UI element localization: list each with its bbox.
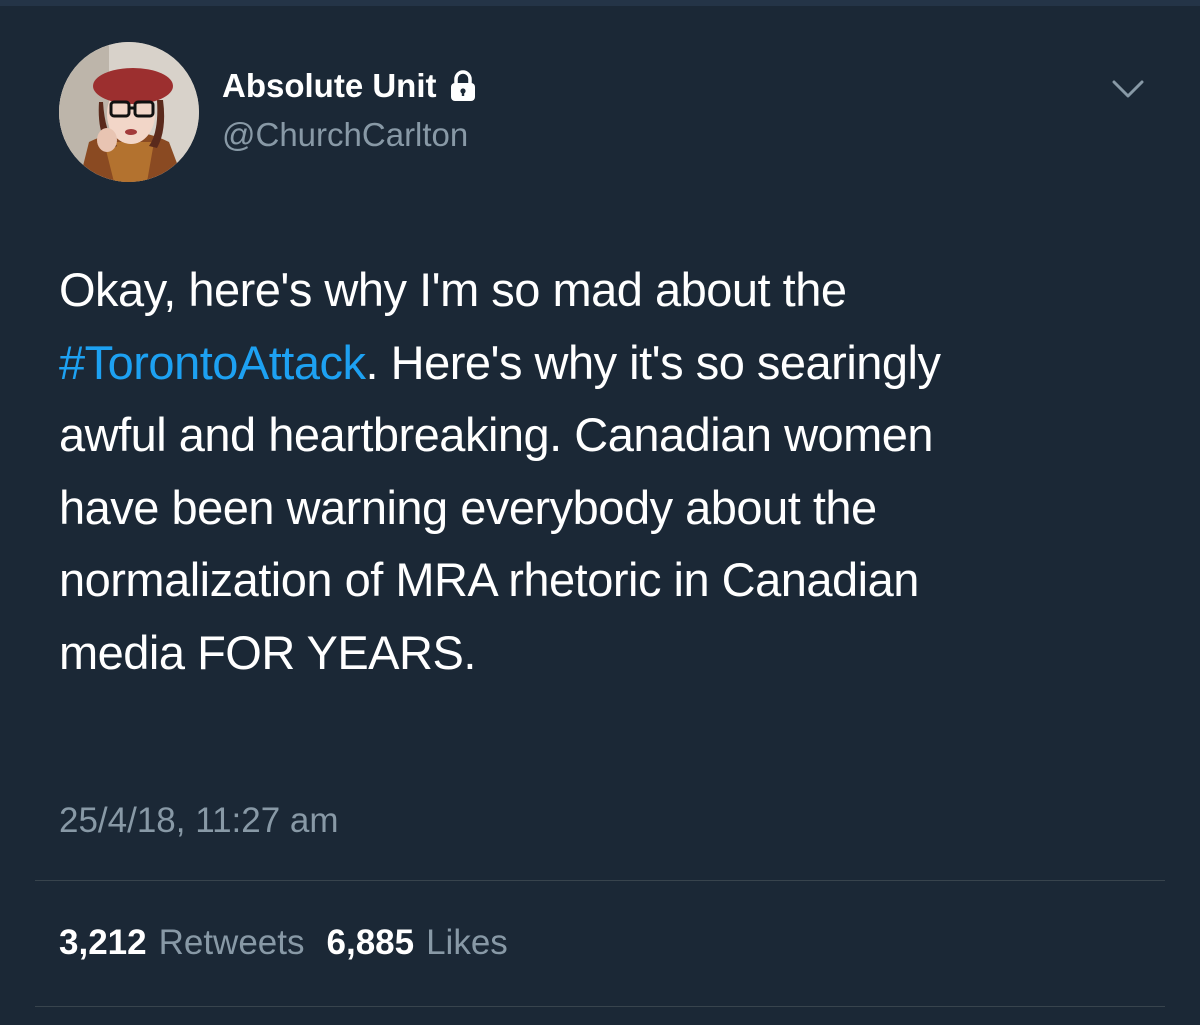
- tweet-text-line: #TorontoAttack. Here's why it's so seari…: [59, 327, 1169, 400]
- likes-label: Likes: [426, 923, 508, 962]
- author-handle[interactable]: @ChurchCarlton: [222, 113, 468, 157]
- retweets-count: 3,212: [59, 923, 147, 962]
- retweets-stat[interactable]: 3,212 Retweets: [59, 920, 305, 966]
- hashtag-link[interactable]: #TorontoAttack: [59, 336, 366, 389]
- tweet-timestamp[interactable]: 25/4/18, 11:27 am: [59, 798, 339, 844]
- avatar[interactable]: [59, 42, 199, 182]
- tweet-text-segment: . Here's why it's so searingly: [365, 335, 941, 389]
- tweet-stats: 3,212 Retweets 6,885 Likes: [59, 920, 530, 966]
- likes-stat[interactable]: 6,885 Likes: [327, 920, 508, 966]
- tweet-text-line: media FOR YEARS.: [59, 625, 476, 679]
- profile-photo: [59, 42, 199, 182]
- retweets-label: Retweets: [158, 923, 305, 962]
- tweet-text-line: normalization of MRA rhetoric in Canadia…: [59, 553, 919, 606]
- divider: [35, 1006, 1165, 1007]
- lock-icon: [448, 69, 478, 103]
- divider: [35, 880, 1165, 881]
- tweet-text-line: Okay, here's why I'm so mad about the: [59, 263, 847, 316]
- tweet-text: Okay, here's why I'm so mad about the #T…: [59, 254, 1169, 689]
- likes-count: 6,885: [326, 923, 415, 962]
- tweet-menu-button[interactable]: [1110, 74, 1146, 104]
- tweet-text-line: have been warning everybody about the: [59, 480, 877, 534]
- author-display-name: Absolute Unit: [222, 67, 437, 104]
- chevron-down-icon: [1112, 80, 1144, 98]
- author-name[interactable]: Absolute Unit: [222, 64, 478, 108]
- tweet-text-line: awful and heartbreaking. Canadian women: [59, 408, 934, 461]
- top-strip: [0, 0, 1200, 6]
